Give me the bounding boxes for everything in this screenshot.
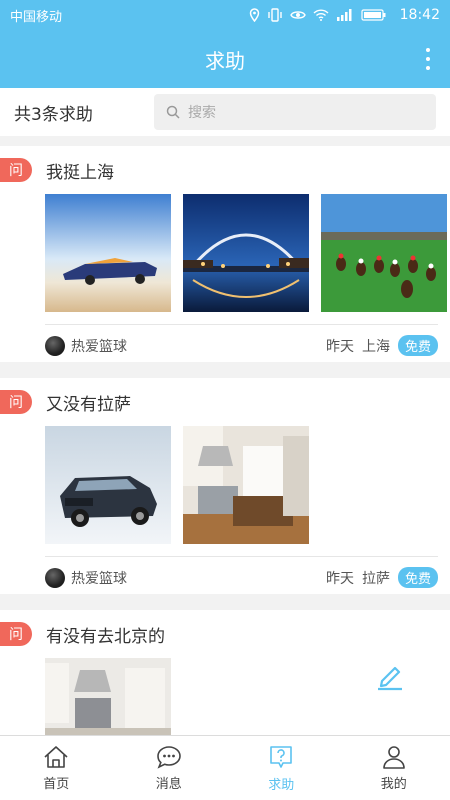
summary-bar: 共3条求助 搜索 <box>0 88 450 136</box>
post-time: 昨天 <box>325 338 354 355</box>
question-title[interactable]: 我挺上海 <box>46 158 114 183</box>
photo-kitchen-2[interactable] <box>45 658 171 735</box>
tab-label: 首页 <box>43 776 70 792</box>
tab-label: 消息 <box>155 776 182 792</box>
city: 拉萨 <box>361 570 390 587</box>
clock: 18:42 <box>399 7 440 23</box>
username[interactable]: 热爱篮球 <box>71 336 326 356</box>
question-header: 问 有没有去北京的 <box>0 610 450 658</box>
eye-icon <box>289 11 306 19</box>
city: 上海 <box>361 338 390 355</box>
wifi-icon <box>313 9 329 21</box>
photo-suv-snow[interactable] <box>45 426 171 544</box>
question-footer: 热爱篮球 昨天 拉萨 免费 <box>45 556 438 598</box>
question-tag: 问 <box>0 390 32 414</box>
question-images <box>0 426 450 544</box>
search-icon <box>166 105 180 119</box>
page-title: 求助 <box>205 48 245 73</box>
question-header: 问 又没有拉萨 <box>0 378 450 426</box>
help-icon <box>270 745 293 768</box>
question-meta: 昨天 上海 免费 <box>326 335 438 356</box>
photo-rocket-car[interactable] <box>45 194 171 312</box>
search-placeholder: 搜索 <box>188 105 216 121</box>
signal-icon <box>336 9 352 21</box>
bottom-tab-bar: 首页 消息 求助 我的 <box>0 735 450 800</box>
tab-help[interactable]: 求助 <box>225 736 338 800</box>
vibrate-icon <box>267 8 282 22</box>
photo-bridge-night[interactable] <box>183 194 309 312</box>
avatar[interactable] <box>45 335 65 356</box>
username[interactable]: 热爱篮球 <box>71 568 326 588</box>
question-meta: 昨天 拉萨 免费 <box>326 567 438 588</box>
battery-icon <box>361 9 386 21</box>
help-count: 共3条求助 <box>14 104 93 125</box>
tab-label: 我的 <box>380 776 407 792</box>
post-time: 昨天 <box>325 570 354 587</box>
tab-home[interactable]: 首页 <box>0 736 113 800</box>
question-images <box>0 194 450 312</box>
avatar[interactable] <box>45 567 65 588</box>
question-title[interactable]: 又没有拉萨 <box>46 390 131 415</box>
profile-icon <box>382 745 405 769</box>
status-bar: 中国移动 18:42 <box>0 0 450 30</box>
photo-horse-race[interactable] <box>321 194 447 312</box>
price-badge: 免费 <box>397 335 438 356</box>
location-icon <box>249 8 259 22</box>
tab-profile[interactable]: 我的 <box>338 736 450 800</box>
question-tag: 问 <box>0 622 32 646</box>
status-icons: 18:42 <box>249 7 440 23</box>
question-tag: 问 <box>0 158 32 182</box>
question-footer: 热爱篮球 昨天 上海 免费 <box>45 324 438 366</box>
price-badge: 免费 <box>397 567 438 588</box>
question-header: 问 我挺上海 <box>0 146 450 194</box>
more-options-icon[interactable] <box>422 48 434 70</box>
app-header: 求助 <box>0 30 450 88</box>
photo-kitchen[interactable] <box>183 426 309 544</box>
home-icon <box>44 745 68 768</box>
tab-messages[interactable]: 消息 <box>113 736 226 800</box>
question-card[interactable]: 问 又没有拉萨 热爱篮球 昨天 拉萨 免费 <box>0 378 450 594</box>
tab-label: 求助 <box>268 777 295 793</box>
search-input[interactable]: 搜索 <box>154 94 436 130</box>
question-card[interactable]: 问 我挺上海 热爱篮球 昨天 上海 免费 <box>0 146 450 362</box>
question-title[interactable]: 有没有去北京的 <box>46 622 165 647</box>
edit-icon[interactable] <box>374 660 406 692</box>
message-icon <box>156 745 181 769</box>
carrier-name: 中国移动 <box>10 9 63 25</box>
